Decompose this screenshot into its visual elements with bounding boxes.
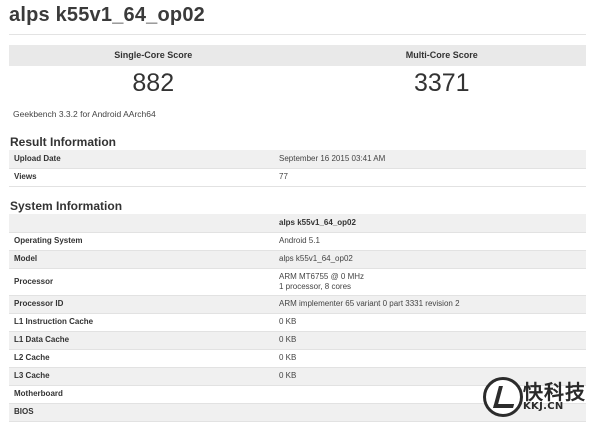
- row-label: Motherboard: [9, 385, 274, 404]
- row-label: L2 Cache: [9, 349, 274, 368]
- table-row: L2 Cache 0 KB: [9, 349, 586, 368]
- row-label: Upload Date: [9, 150, 274, 169]
- multi-core-label: Multi-Core Score: [297, 45, 586, 66]
- processor-cores: 1 processor, 8 cores: [279, 281, 352, 291]
- row-value: 0 KB: [274, 349, 586, 368]
- row-value: ARM implementer 65 variant 0 part 3331 r…: [274, 295, 586, 314]
- watermark-logo: 快科技 KKJ.CN: [483, 375, 589, 419]
- system-info-title: System Information: [10, 199, 123, 213]
- title-divider: [9, 34, 586, 35]
- table-row: Processor ID ARM implementer 65 variant …: [9, 295, 586, 314]
- single-core-label: Single-Core Score: [9, 45, 298, 66]
- table-row: Operating System Android 5.1: [9, 232, 586, 251]
- table-header-row: alps k55v1_64_op02: [9, 214, 586, 233]
- row-label: BIOS: [9, 403, 274, 422]
- table-row: Model alps k55v1_64_op02: [9, 250, 586, 269]
- result-info-table: Upload Date September 16 2015 03:41 AM V…: [9, 150, 586, 187]
- lightning-logo-icon: [483, 377, 523, 417]
- row-label: Processor ID: [9, 295, 274, 314]
- result-info-title: Result Information: [10, 135, 117, 149]
- row-value: 0 KB: [274, 331, 586, 350]
- row-value: Android 5.1: [274, 232, 586, 251]
- single-core-value: 882: [132, 69, 175, 97]
- row-value: 77: [274, 168, 586, 187]
- table-row: L1 Data Cache 0 KB: [9, 331, 586, 350]
- single-core-score: Single-Core Score 882: [9, 45, 298, 105]
- row-value: September 16 2015 03:41 AM: [274, 150, 586, 169]
- scores-panel: Single-Core Score 882 Multi-Core Score 3…: [9, 45, 586, 105]
- table-row: Upload Date September 16 2015 03:41 AM: [9, 150, 586, 169]
- processor-name: ARM MT6755 @ 0 MHz: [279, 271, 365, 281]
- row-value: ARM MT6755 @ 0 MHz 1 processor, 8 cores: [274, 268, 586, 296]
- row-label: L1 Data Cache: [9, 331, 274, 350]
- row-label: Views: [9, 168, 274, 187]
- multi-core-score: Multi-Core Score 3371: [297, 45, 586, 105]
- row-label: Operating System: [9, 232, 274, 251]
- row-label: L3 Cache: [9, 367, 274, 386]
- multi-core-value: 3371: [413, 69, 470, 97]
- row-label: Processor: [9, 268, 274, 296]
- page-title: alps k55v1_64_op02: [9, 4, 205, 26]
- row-label: Model: [9, 250, 274, 269]
- table-row: L1 Instruction Cache 0 KB: [9, 313, 586, 332]
- benchmark-version: Geekbench 3.3.2 for Android AArch64: [13, 109, 156, 119]
- header-empty-cell: [9, 214, 274, 233]
- row-label: L1 Instruction Cache: [9, 313, 274, 332]
- column-header: alps k55v1_64_op02: [274, 214, 586, 233]
- table-row: Processor ARM MT6755 @ 0 MHz 1 processor…: [9, 268, 586, 296]
- row-value: alps k55v1_64_op02: [274, 250, 586, 269]
- watermark-domain: KKJ.CN: [523, 401, 564, 412]
- row-value: 0 KB: [274, 313, 586, 332]
- table-row: Views 77: [9, 168, 586, 187]
